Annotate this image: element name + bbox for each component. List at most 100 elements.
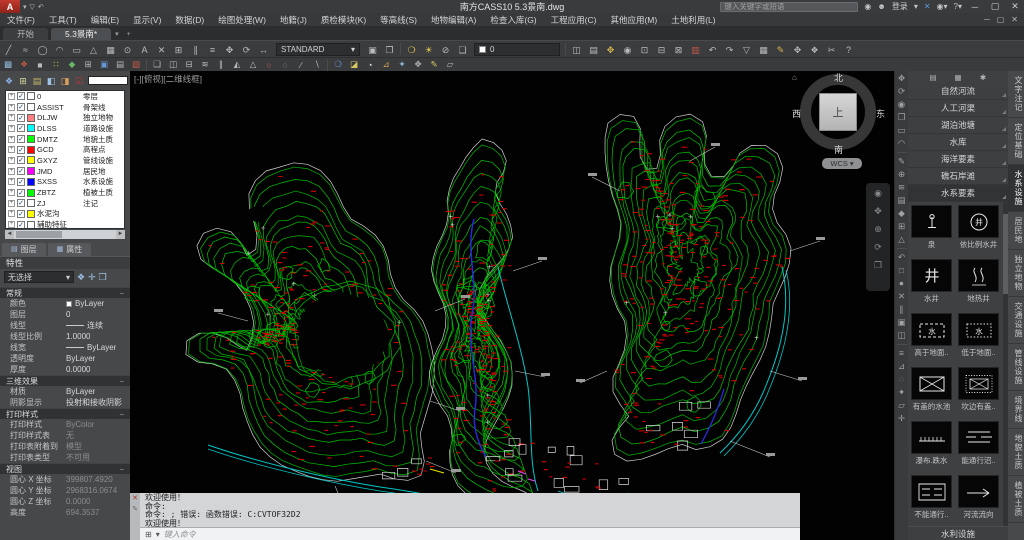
diamond-icon[interactable]: ◆ bbox=[898, 209, 905, 218]
zoom-extents-icon[interactable]: ⊠ bbox=[670, 44, 687, 58]
symbol-category[interactable]: 海洋要素 bbox=[908, 151, 1008, 168]
tab-current-drawing[interactable]: 5.3景南* bbox=[51, 28, 111, 40]
nav-zoom-icon[interactable]: ⊕ bbox=[874, 224, 882, 235]
erase-icon[interactable]: ✕ bbox=[153, 44, 170, 58]
save-icon[interactable]: ▽ bbox=[738, 44, 755, 58]
layer-states-icon[interactable]: ❖ bbox=[2, 75, 16, 89]
viewcube-top-face[interactable]: 上 bbox=[819, 93, 857, 131]
menu-item[interactable]: 显示(V) bbox=[126, 13, 168, 27]
edit4-icon[interactable]: ⊿ bbox=[378, 59, 394, 71]
pool-edge-covered-icon[interactable] bbox=[958, 367, 999, 400]
topographic-map[interactable] bbox=[130, 71, 894, 540]
side-tab[interactable]: 定位基础 bbox=[1008, 118, 1024, 165]
draw10-icon[interactable]: ∕ bbox=[293, 59, 309, 71]
symbol-item[interactable]: 井依比例水井 bbox=[955, 202, 1002, 256]
offset-icon[interactable]: ≡ bbox=[204, 43, 221, 57]
arc-tool-icon[interactable]: ◠ bbox=[898, 139, 905, 148]
quick-select-icon[interactable]: ❒ bbox=[99, 272, 107, 283]
symbol-category[interactable]: 礁石岸滩 bbox=[908, 168, 1008, 185]
star-icon[interactable]: ✦ bbox=[898, 388, 905, 397]
edit1-icon[interactable]: ❍ bbox=[330, 59, 346, 71]
nav-orbit-icon[interactable]: ⟳ bbox=[898, 87, 905, 96]
layer-thaw-icon[interactable]: ☀ bbox=[420, 44, 437, 58]
expand-icon[interactable]: + bbox=[8, 189, 15, 196]
menu-item[interactable]: 工程应用(C) bbox=[544, 13, 604, 27]
draw1-icon[interactable]: ❏ bbox=[149, 59, 165, 71]
collapse-icon[interactable]: − bbox=[119, 288, 124, 298]
move-icon[interactable]: ✥ bbox=[221, 44, 238, 58]
menu-item[interactable]: 检查入库(G) bbox=[483, 13, 543, 27]
expand-icon[interactable]: + bbox=[8, 125, 15, 132]
minimize-button[interactable]: ─ bbox=[968, 2, 982, 12]
viewcube-home-icon[interactable]: ⌂ bbox=[792, 73, 797, 82]
mirror-icon[interactable]: ∥ bbox=[187, 44, 204, 58]
nav-pan-icon[interactable]: ✥ bbox=[874, 206, 882, 217]
pan-icon[interactable]: ✥ bbox=[602, 44, 619, 58]
property-row[interactable]: 图层0 bbox=[0, 309, 130, 320]
undo-icon[interactable]: ↶ bbox=[704, 44, 721, 58]
menu-item[interactable]: 工具(T) bbox=[42, 13, 84, 27]
command-window[interactable]: ✕ ✎ 欢迎使用！命令:命令: ; 错误: 函数错误: C:CVTOF32D2欢… bbox=[130, 493, 800, 540]
point-icon[interactable]: ⊙ bbox=[119, 44, 136, 58]
move2-icon[interactable]: ✥ bbox=[789, 44, 806, 58]
command-close-icon[interactable]: ✕ bbox=[132, 495, 138, 502]
layer-check-icon[interactable]: ☑ bbox=[72, 75, 86, 89]
side-tab[interactable]: 居民地 bbox=[1008, 212, 1024, 250]
polyline-icon[interactable]: ≈ bbox=[17, 43, 34, 57]
property-row[interactable]: 高度694.3537 bbox=[0, 507, 130, 518]
stretch-icon[interactable]: ↔ bbox=[255, 43, 272, 57]
menu-item[interactable]: 地籍(J) bbox=[273, 13, 314, 27]
layer-row[interactable]: +✓0零层 bbox=[6, 91, 124, 102]
close2-icon[interactable]: ✕ bbox=[898, 292, 905, 301]
otrack-icon[interactable]: ⊞ bbox=[80, 59, 96, 71]
property-row[interactable]: 圆心 Z 坐标0.0000 bbox=[0, 496, 130, 507]
compass-east[interactable]: 东 bbox=[876, 107, 885, 120]
xref-icon[interactable]: ❐ bbox=[381, 44, 398, 58]
list-icon[interactable]: ▤ bbox=[897, 196, 905, 205]
select-objects-icon[interactable]: ✛ bbox=[88, 272, 96, 283]
dot-icon[interactable]: ● bbox=[899, 279, 904, 288]
frame-icon[interactable]: ◫ bbox=[897, 331, 905, 340]
circle-icon[interactable]: ◯ bbox=[34, 44, 51, 58]
side-tab[interactable]: 水系设施 bbox=[1008, 165, 1024, 212]
navigation-bar[interactable]: ◉ ✥ ⊕ ⟳ ❐ bbox=[866, 183, 890, 291]
palette-icon[interactable]: ▤ bbox=[585, 44, 602, 58]
compass-north[interactable]: 北 bbox=[834, 71, 843, 84]
draw11-icon[interactable]: ∖ bbox=[309, 59, 325, 71]
layer-color-swatch[interactable] bbox=[27, 103, 35, 111]
trim-icon[interactable]: ✂ bbox=[823, 44, 840, 58]
pool-above-icon[interactable]: 水 bbox=[911, 313, 952, 346]
menu-item[interactable]: 质检模块(K) bbox=[314, 13, 373, 27]
app-logo-icon[interactable]: A bbox=[0, 0, 20, 13]
collapse-icon[interactable]: − bbox=[119, 376, 124, 386]
edit8-icon[interactable]: ▱ bbox=[442, 59, 458, 71]
expand-icon[interactable]: + bbox=[8, 93, 15, 100]
redo-icon[interactable]: ↷ bbox=[721, 44, 738, 58]
waterfall-icon[interactable] bbox=[911, 421, 952, 454]
property-group-header[interactable]: 三维效果− bbox=[0, 375, 130, 386]
ortho-icon[interactable]: ■ bbox=[32, 59, 48, 71]
well-icon[interactable]: 井 bbox=[911, 259, 952, 292]
tab-layers[interactable]: ▤图层 bbox=[2, 243, 46, 256]
side-tab[interactable]: 管线设施 bbox=[1008, 344, 1024, 391]
command-wrench-icon[interactable]: ✎ bbox=[132, 506, 138, 513]
nav-zoom-icon[interactable]: ◉ bbox=[898, 100, 905, 109]
expand-icon[interactable]: + bbox=[8, 114, 15, 121]
side-tab[interactable]: 植被土质 bbox=[1008, 476, 1024, 523]
layer-filter-input[interactable] bbox=[88, 76, 128, 85]
symbol-item[interactable]: 不能通行.. bbox=[908, 472, 955, 526]
layer-color-swatch[interactable] bbox=[27, 146, 35, 154]
zoom-realtime-icon[interactable]: ◉ bbox=[619, 44, 636, 58]
grid2-icon[interactable]: ⊞ bbox=[898, 222, 905, 231]
model-icon[interactable]: ▧ bbox=[128, 59, 144, 71]
osnap-icon[interactable]: ∷ bbox=[48, 59, 64, 71]
redraw-icon[interactable]: ▥ bbox=[687, 44, 704, 58]
expand-icon[interactable]: + bbox=[8, 157, 15, 164]
symbol-category[interactable]: 湖泊池塘 bbox=[908, 117, 1008, 134]
rotate-icon[interactable]: ⟳ bbox=[238, 44, 255, 58]
command-input-placeholder[interactable]: 键入命令 bbox=[164, 529, 196, 540]
draw7-icon[interactable]: △ bbox=[245, 59, 261, 71]
layer-properties-icon[interactable]: ▤ bbox=[30, 75, 44, 89]
draw3-icon[interactable]: ⊟ bbox=[181, 59, 197, 71]
symbol-item[interactable]: 坎边有盖.. bbox=[955, 364, 1002, 418]
